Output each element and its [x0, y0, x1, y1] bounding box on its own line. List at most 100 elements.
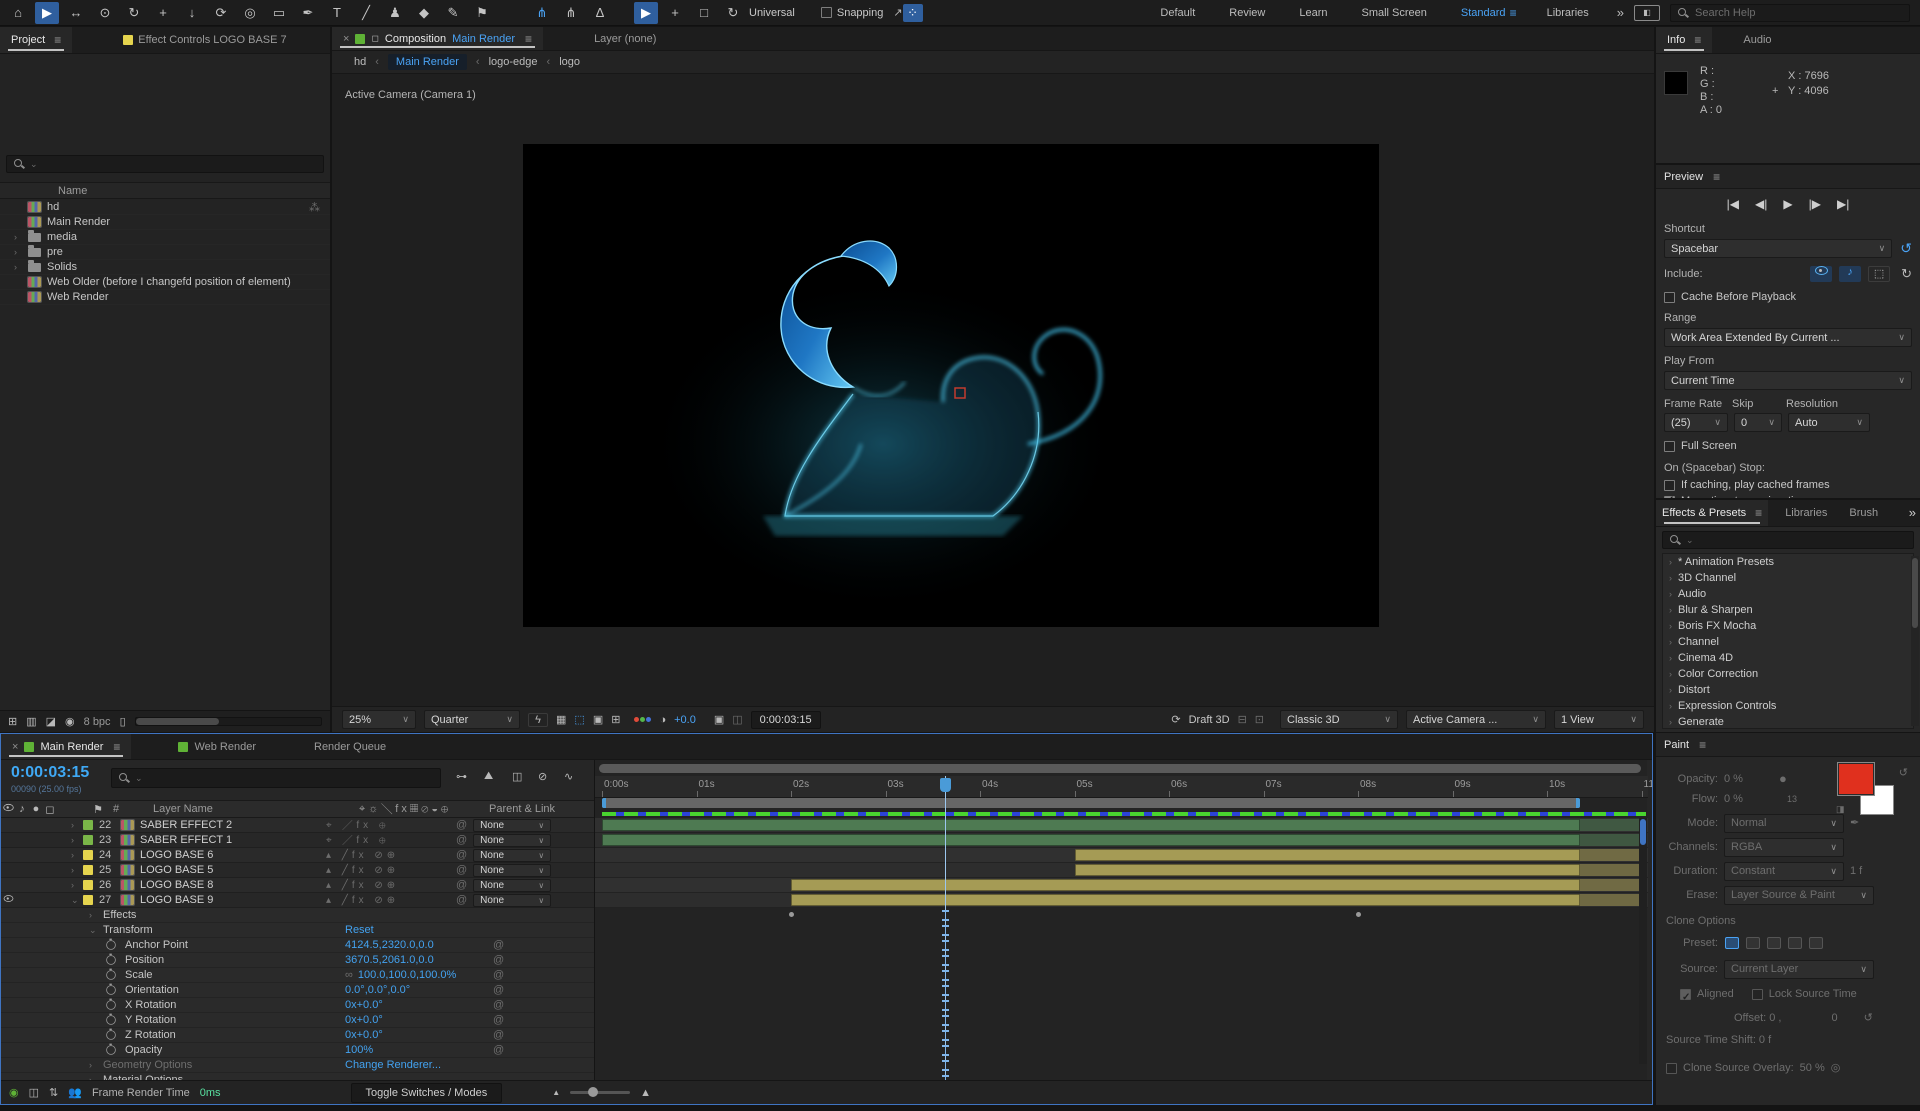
layer-expander-icon[interactable]: ⌄ — [71, 895, 83, 906]
workspace-menu-icon[interactable]: ≡ — [1510, 6, 1517, 20]
property-value[interactable]: 3670.5,2061.0,0.0 — [345, 954, 434, 966]
property-row[interactable]: ›Geometry OptionsChange Renderer... — [1, 1058, 594, 1073]
expander-icon[interactable]: › — [14, 247, 22, 257]
preview-resolution-dropdown[interactable]: Auto∨ — [1788, 413, 1870, 432]
lock-icon[interactable]: ◻ — [371, 33, 378, 44]
include-video-icon[interactable] — [1810, 266, 1832, 282]
layer-expander-icon[interactable]: › — [71, 835, 83, 845]
property-name[interactable]: Transform — [103, 924, 153, 936]
layer-name[interactable]: LOGO BASE 6 — [140, 849, 326, 861]
property-value[interactable]: 0.0°,0.0°,0.0° — [345, 984, 410, 996]
expander-icon[interactable]: › — [1669, 589, 1672, 599]
duration-frames-value[interactable]: 1 f — [1850, 861, 1862, 881]
layer-label-chip[interactable] — [83, 895, 93, 905]
layer-label-chip[interactable] — [83, 820, 93, 830]
project-item[interactable]: ›pre — [0, 245, 330, 260]
tab-project[interactable]: Project≡ — [0, 27, 72, 53]
tab-composition[interactable]: × ◻ Composition Main Render ≡ — [332, 27, 543, 50]
ground-plane-icon[interactable]: ⊟ — [1238, 713, 1247, 726]
layer-duration-bar[interactable] — [602, 819, 1580, 831]
layer-label-chip[interactable] — [83, 865, 93, 875]
tab-layer[interactable]: Layer (none) — [583, 27, 667, 50]
channels-dropdown[interactable]: RGBA∨ — [1724, 838, 1844, 857]
cache-before-playback-checkbox[interactable] — [1664, 292, 1675, 303]
property-name[interactable]: Y Rotation — [125, 1014, 176, 1026]
trash-icon[interactable]: ▯ — [120, 715, 126, 728]
exposure-value[interactable]: +0.0 — [674, 714, 696, 726]
layer-name[interactable]: LOGO BASE 5 — [140, 864, 326, 876]
tab-timeline-web-render[interactable]: Web Render — [167, 734, 267, 759]
hand-tool[interactable]: ↔ — [64, 2, 88, 24]
mode-dropdown[interactable]: Normal∨ — [1724, 814, 1844, 833]
effects-scrollbar[interactable] — [1911, 556, 1919, 726]
interpret-footage-icon[interactable]: ▥ — [26, 715, 36, 728]
source-dropdown[interactable]: Current Layer∨ — [1724, 960, 1874, 979]
dimension-link-icon[interactable]: ∞ — [345, 969, 353, 981]
brush-tool[interactable]: ╱ — [354, 2, 378, 24]
property-value[interactable]: 4124.5,2320.0,0.0 — [345, 939, 434, 951]
region-of-interest-icon[interactable]: ⬚ — [574, 713, 584, 726]
property-row[interactable]: ›Effects — [1, 908, 594, 923]
property-expander-icon[interactable]: › — [89, 910, 103, 920]
playhead-grip[interactable] — [940, 778, 951, 792]
work-area-bar[interactable] — [602, 798, 1580, 808]
breadcrumb-logo-edge[interactable]: logo-edge — [489, 56, 538, 68]
full-screen-toggle[interactable]: Full Screen — [1664, 440, 1912, 452]
brainstorm-icon[interactable]: 👥 — [68, 1086, 82, 1099]
property-row[interactable]: Orientation0.0°,0.0°,0.0°@ — [1, 983, 594, 998]
previous-frame-button[interactable]: ◀| — [1755, 197, 1767, 211]
motion-blur-enable-icon[interactable]: ⇅ — [49, 1086, 58, 1099]
layer-duration-bar[interactable] — [1075, 849, 1581, 861]
workspace-default[interactable]: Default — [1160, 7, 1195, 19]
composition-mini-flowchart-icon[interactable]: ⊶ — [456, 770, 467, 783]
comp-viewer[interactable] — [523, 144, 1379, 627]
parent-pickwhip-icon[interactable]: @ — [456, 849, 467, 861]
property-name[interactable]: Opacity — [125, 1044, 162, 1056]
shortcut-dropdown[interactable]: Spacebar∨ — [1664, 239, 1892, 258]
offset-y-value[interactable]: 0 — [1832, 1008, 1838, 1028]
gizmo-position[interactable]: + — [663, 2, 687, 24]
project-item[interactable]: Main Render — [0, 215, 330, 230]
expression-pickwhip-icon[interactable]: @ — [493, 984, 504, 996]
tab-effect-controls[interactable]: Effect Controls LOGO BASE 7 — [112, 27, 297, 53]
layer-row[interactable]: ›25LOGO BASE 5▴ ╱fx ⊘⊕@None∨ — [1, 863, 594, 878]
effects-category[interactable]: ›Audio — [1663, 586, 1913, 602]
proxy-icon[interactable]: ◪ — [46, 715, 56, 728]
property-expander-icon[interactable]: ⌄ — [89, 925, 103, 936]
layer-switches[interactable]: ▴ ╱fx ⊘⊕ — [326, 865, 456, 876]
expander-icon[interactable]: › — [1669, 637, 1672, 647]
dolly-camera-tool[interactable]: ↓ — [180, 2, 204, 24]
frame-blend-enable-icon[interactable]: ◫ — [29, 1086, 39, 1099]
expression-pickwhip-icon[interactable]: @ — [493, 1029, 504, 1041]
stopwatch-icon[interactable] — [106, 955, 116, 965]
clone-preset-4[interactable] — [1788, 937, 1802, 949]
comp-timecode[interactable]: 0:00:03:15 — [751, 711, 821, 729]
property-expander-icon[interactable]: › — [89, 1060, 103, 1070]
extended-viewer-icon[interactable]: ⊡ — [1255, 713, 1264, 726]
foreground-color-swatch[interactable] — [1838, 763, 1874, 795]
stopwatch-icon[interactable] — [106, 970, 116, 980]
effects-category[interactable]: ›3D Channel — [1663, 570, 1913, 586]
stopwatch-icon[interactable] — [106, 1000, 116, 1010]
project-item[interactable]: Web Older (before I changefd position of… — [0, 275, 330, 290]
duration-dropdown[interactable]: Constant∨ — [1724, 862, 1844, 881]
erase-dropdown[interactable]: Layer Source & Paint∨ — [1724, 886, 1874, 905]
transparency-grid-icon[interactable]: ▦ — [556, 713, 566, 726]
expander-icon[interactable]: › — [1669, 621, 1672, 631]
search-project-icon[interactable]: ◉ — [65, 715, 75, 728]
parent-pickwhip-icon[interactable]: @ — [456, 864, 467, 876]
parent-pickwhip-icon[interactable]: @ — [456, 834, 467, 846]
range-dropdown[interactable]: Work Area Extended By Current ...∨ — [1664, 328, 1912, 347]
layer-duration-bar[interactable] — [602, 834, 1580, 846]
property-name[interactable]: Position — [125, 954, 164, 966]
parent-pickwhip-icon[interactable]: @ — [456, 894, 467, 906]
expander-icon[interactable]: › — [1669, 685, 1672, 695]
pan-camera-tool[interactable]: + — [151, 2, 175, 24]
loop-icon[interactable]: ↻ — [1901, 266, 1912, 282]
effects-search-box[interactable]: ⌄ — [1662, 531, 1914, 549]
tab-info[interactable]: Info≡ — [1656, 27, 1712, 53]
layer-name[interactable]: SABER EFFECT 1 — [140, 834, 326, 846]
stopwatch-icon[interactable] — [106, 1015, 116, 1025]
parent-link-dropdown[interactable]: None∨ — [473, 834, 551, 847]
full-screen-checkbox[interactable] — [1664, 441, 1675, 452]
